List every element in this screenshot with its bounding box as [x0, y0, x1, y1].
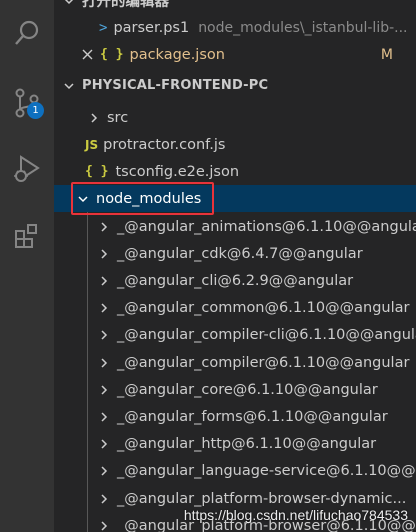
node-module-label: _@angular_common@6.1.10@@angular	[117, 300, 410, 317]
tree-item-tsconfig[interactable]: { } tsconfig.e2e.json	[54, 158, 416, 185]
node-module-label: _@angular_animations@6.1.10@@angular	[117, 218, 416, 235]
open-editor-parser[interactable]: > parser.ps1 node_modules\_istanbul-lib-…	[54, 14, 416, 41]
powershell-icon: >	[99, 19, 108, 36]
node-module-item[interactable]: _@angular_core@6.1.10@@angular	[54, 376, 416, 403]
open-editor-name: package.json	[129, 46, 225, 63]
explorer-sidebar: 打开的编辑器 > parser.ps1 node_modules\_istanb…	[54, 0, 416, 532]
modified-badge: M	[380, 46, 393, 63]
tree-item-label: tsconfig.e2e.json	[115, 163, 240, 180]
node-module-label: _@angular_platform-browser-dynamic...	[117, 490, 407, 507]
tree-item-protractor[interactable]: JS protractor.conf.js	[54, 131, 416, 158]
chevron-right-icon	[97, 437, 111, 451]
node-module-item[interactable]: _@angular_compiler-cli@6.1.10@@angular	[54, 322, 416, 349]
node-module-label: _@angular_http@6.1.10@@angular	[117, 436, 377, 453]
chevron-right-icon	[97, 274, 111, 288]
node-module-item[interactable]: _@angular_animations@6.1.10@@angular	[54, 213, 416, 240]
chevron-right-icon	[97, 410, 111, 424]
watermark: https://blog.csdn.net/lifuchao784533	[183, 507, 408, 523]
open-editor-package-json[interactable]: { } package.json M	[54, 41, 416, 68]
tree-item-label: protractor.conf.js	[103, 136, 226, 153]
js-file-icon: JS	[85, 137, 99, 152]
chevron-right-icon	[97, 519, 111, 532]
chevron-right-icon	[97, 383, 111, 397]
chevron-right-icon	[97, 220, 111, 234]
chevron-right-icon	[97, 247, 111, 261]
chevron-right-icon	[97, 328, 111, 342]
run-debug-icon[interactable]	[0, 142, 54, 196]
open-editor-name: parser.ps1	[113, 19, 190, 36]
project-title: PHYSICAL-FRONTEND-PC	[82, 78, 269, 93]
open-editor-path: node_modules\_istanbul-lib-...	[198, 19, 408, 36]
chevron-right-icon	[97, 492, 111, 506]
node-module-label: _@angular_compiler@6.1.10@@angular	[117, 354, 410, 371]
project-header[interactable]: PHYSICAL-FRONTEND-PC	[54, 72, 416, 99]
node-module-label: _@angular_forms@6.1.10@@angular	[117, 408, 388, 425]
node-module-item[interactable]: _@angular_http@6.1.10@@angular	[54, 431, 416, 458]
tree-item-src[interactable]: src	[54, 104, 416, 131]
highlight-box	[71, 182, 214, 215]
open-editors-header[interactable]: 打开的编辑器	[62, 0, 416, 14]
chevron-down-icon	[62, 0, 76, 8]
node-module-label: _@angular_language-service@6.1.10@@angul…	[117, 463, 416, 480]
scm-badge: 1	[27, 102, 44, 119]
close-icon[interactable]	[80, 49, 94, 60]
node-module-item[interactable]: _@angular_forms@6.1.10@@angular	[54, 403, 416, 430]
chevron-right-icon	[97, 356, 111, 370]
chevron-down-icon	[62, 79, 76, 93]
extensions-icon[interactable]	[0, 208, 54, 262]
json-icon: { }	[100, 47, 124, 62]
node-module-label: _@angular_cli@6.2.9@@angular	[117, 272, 354, 289]
chevron-right-icon	[87, 111, 101, 125]
chevron-right-icon	[97, 464, 111, 478]
search-icon[interactable]	[0, 6, 54, 60]
node-module-label: _@angular_cdk@6.4.7@@angular	[117, 245, 363, 262]
chevron-right-icon	[97, 301, 111, 315]
node-module-item[interactable]: _@angular_language-service@6.1.10@@angul…	[54, 458, 416, 485]
json-icon: { }	[85, 164, 109, 179]
node-module-label: _@angular_core@6.1.10@@angular	[117, 381, 378, 398]
node-module-item[interactable]: _@angular_compiler@6.1.10@@angular	[54, 349, 416, 376]
node-module-item[interactable]: _@angular_common@6.1.10@@angular	[54, 295, 416, 322]
tree-item-label: src	[107, 109, 129, 126]
node-module-label: _@angular_compiler-cli@6.1.10@@angular	[117, 327, 416, 344]
open-editors-title: 打开的编辑器	[82, 0, 169, 10]
activity-bar: 1	[0, 0, 54, 532]
node-module-item[interactable]: _@angular_cli@6.2.9@@angular	[54, 267, 416, 294]
source-control-icon[interactable]	[0, 76, 54, 130]
node-module-item[interactable]: _@angular_cdk@6.4.7@@angular	[54, 240, 416, 267]
